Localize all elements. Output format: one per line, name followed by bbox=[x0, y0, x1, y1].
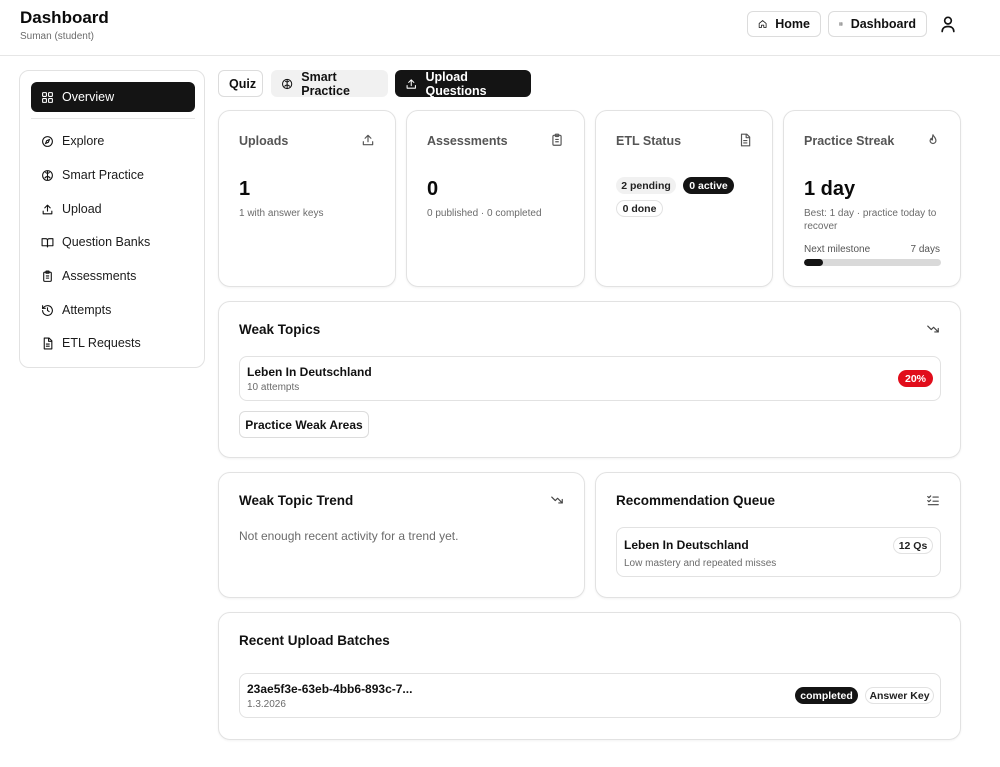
file-text-icon bbox=[738, 133, 752, 147]
sidebar-item-explore[interactable]: Explore bbox=[31, 126, 195, 156]
stat-subtext: Best: 1 day · practice today to recover bbox=[804, 208, 937, 232]
topic-attempts: 10 attempts bbox=[247, 382, 300, 393]
batch-date: 1.3.2026 bbox=[247, 699, 286, 710]
tab-upload-questions[interactable]: Upload Questions bbox=[395, 69, 531, 98]
uploads-card: Uploads 1 1 with answer keys bbox=[218, 110, 396, 287]
topic-score-badge: 20% bbox=[898, 370, 933, 387]
book-open-icon bbox=[41, 236, 54, 249]
stat-title: Uploads bbox=[239, 134, 289, 148]
upload-icon bbox=[41, 203, 54, 216]
milestone-label: Next milestone bbox=[804, 244, 871, 255]
file-text-icon bbox=[41, 337, 54, 350]
brain-icon bbox=[41, 169, 54, 182]
milestone-progress-bar bbox=[804, 259, 941, 266]
sidebar-item-assessments[interactable]: Assessments bbox=[31, 261, 195, 291]
sidebar-item-upload[interactable]: Upload bbox=[31, 194, 195, 224]
grid-icon bbox=[41, 91, 54, 104]
home-button-label: Home bbox=[775, 17, 810, 31]
upload-icon bbox=[405, 77, 418, 91]
topic-name: Leben In Deutschland bbox=[247, 365, 372, 379]
recommendation-name: Leben In Deutschland bbox=[624, 538, 749, 552]
sidebar: Overview Explore Smart Practice Upload Q… bbox=[19, 70, 205, 368]
home-icon bbox=[758, 17, 767, 31]
sidebar-item-overview[interactable]: Overview bbox=[31, 82, 195, 112]
dashboard-button-label: Dashboard bbox=[850, 17, 916, 31]
sidebar-item-attempts[interactable]: Attempts bbox=[31, 295, 195, 325]
user-menu-button[interactable] bbox=[938, 14, 958, 34]
sidebar-item-label: Attempts bbox=[62, 303, 112, 317]
stat-value: 1 bbox=[239, 178, 251, 200]
tab-label: Smart Practice bbox=[301, 69, 350, 98]
sidebar-item-label: Explore bbox=[62, 134, 105, 148]
top-header: Dashboard Suman (student) Home Dashboard bbox=[0, 0, 1000, 56]
recommendation-reason: Low mastery and repeated misses bbox=[624, 558, 777, 569]
recent-upload-batches-card: Recent Upload Batches 23ae5f3e-63eb-4bb6… bbox=[218, 612, 961, 740]
upload-batch-row[interactable]: 23ae5f3e-63eb-4bb6-893c-7... 1.3.2026 co… bbox=[239, 673, 941, 718]
batch-status-badge: completed bbox=[795, 687, 858, 704]
question-count-badge: 12 Qs bbox=[893, 537, 933, 554]
sidebar-item-etl-requests[interactable]: ETL Requests bbox=[31, 328, 195, 358]
history-icon bbox=[41, 304, 54, 317]
section-title: Recent Upload Batches bbox=[239, 633, 390, 648]
trending-down-icon bbox=[926, 322, 940, 336]
dashboard-button[interactable]: Dashboard bbox=[828, 11, 927, 37]
milestone-days: 7 days bbox=[910, 244, 940, 255]
brain-icon bbox=[281, 77, 293, 91]
sidebar-item-label: ETL Requests bbox=[62, 336, 141, 350]
flame-icon bbox=[926, 133, 940, 147]
user-subtitle: Suman (student) bbox=[20, 31, 94, 42]
section-title: Weak Topics bbox=[239, 322, 321, 337]
etl-status-card: ETL Status 2 pending 0 active 0 done bbox=[595, 110, 773, 287]
weak-topic-trend-card: Weak Topic Trend Not enough recent activ… bbox=[218, 472, 585, 598]
trending-down-icon bbox=[550, 493, 564, 507]
answer-key-badge: Answer Key bbox=[865, 687, 934, 704]
pending-badge: 2 pending bbox=[616, 177, 676, 194]
sidebar-item-label: Question Banks bbox=[62, 235, 151, 249]
home-button[interactable]: Home bbox=[747, 11, 821, 37]
empty-state-text: Not enough recent activity for a trend y… bbox=[239, 529, 459, 543]
stat-title: ETL Status bbox=[616, 134, 682, 148]
tab-quiz[interactable]: Quiz bbox=[218, 70, 263, 97]
sidebar-item-smart-practice[interactable]: Smart Practice bbox=[31, 160, 195, 190]
clipboard-icon bbox=[550, 133, 564, 147]
tab-smart-practice[interactable]: Smart Practice bbox=[271, 69, 388, 98]
list-checks-icon bbox=[926, 493, 940, 507]
grid-icon bbox=[839, 17, 843, 31]
recommendation-row[interactable]: Leben In Deutschland Low mastery and rep… bbox=[616, 527, 941, 577]
practice-weak-areas-button[interactable]: Practice Weak Areas bbox=[239, 411, 369, 438]
sidebar-item-label: Smart Practice bbox=[62, 168, 144, 182]
upload-icon bbox=[361, 133, 375, 147]
active-badge: 0 active bbox=[683, 177, 734, 194]
sidebar-item-label: Upload bbox=[62, 202, 102, 216]
done-badge: 0 done bbox=[616, 200, 663, 217]
sidebar-item-label: Assessments bbox=[62, 269, 137, 283]
page-title: Dashboard bbox=[20, 8, 109, 27]
stat-subtext: 1 with answer keys bbox=[239, 208, 324, 219]
sidebar-item-label: Overview bbox=[62, 90, 115, 104]
weak-topic-row[interactable]: Leben In Deutschland 10 attempts 20% bbox=[239, 356, 941, 401]
stat-value: 0 bbox=[427, 178, 439, 200]
sidebar-divider bbox=[31, 118, 195, 119]
recommendation-queue-card: Recommendation Queue Leben In Deutschlan… bbox=[595, 472, 961, 598]
stat-title: Assessments bbox=[427, 134, 508, 148]
batch-id: 23ae5f3e-63eb-4bb6-893c-7... bbox=[247, 682, 413, 696]
assessments-card: Assessments 0 0 published · 0 completed bbox=[406, 110, 585, 287]
tab-label: Upload Questions bbox=[425, 69, 487, 98]
sidebar-item-question-banks[interactable]: Question Banks bbox=[31, 227, 195, 257]
milestone-progress-fill bbox=[804, 259, 824, 266]
weak-topics-card: Weak Topics Leben In Deutschland 10 atte… bbox=[218, 301, 961, 458]
stat-title: Practice Streak bbox=[804, 134, 895, 148]
tab-label: Quiz bbox=[229, 76, 257, 91]
clipboard-icon bbox=[41, 270, 54, 283]
stat-subtext: 0 published · 0 completed bbox=[427, 208, 542, 219]
user-icon bbox=[938, 14, 958, 34]
practice-streak-card: Practice Streak 1 day Best: 1 day · prac… bbox=[783, 110, 961, 287]
stat-value: 1 day bbox=[804, 178, 856, 200]
section-title: Recommendation Queue bbox=[616, 493, 776, 508]
section-title: Weak Topic Trend bbox=[239, 493, 354, 508]
compass-icon bbox=[41, 135, 54, 148]
